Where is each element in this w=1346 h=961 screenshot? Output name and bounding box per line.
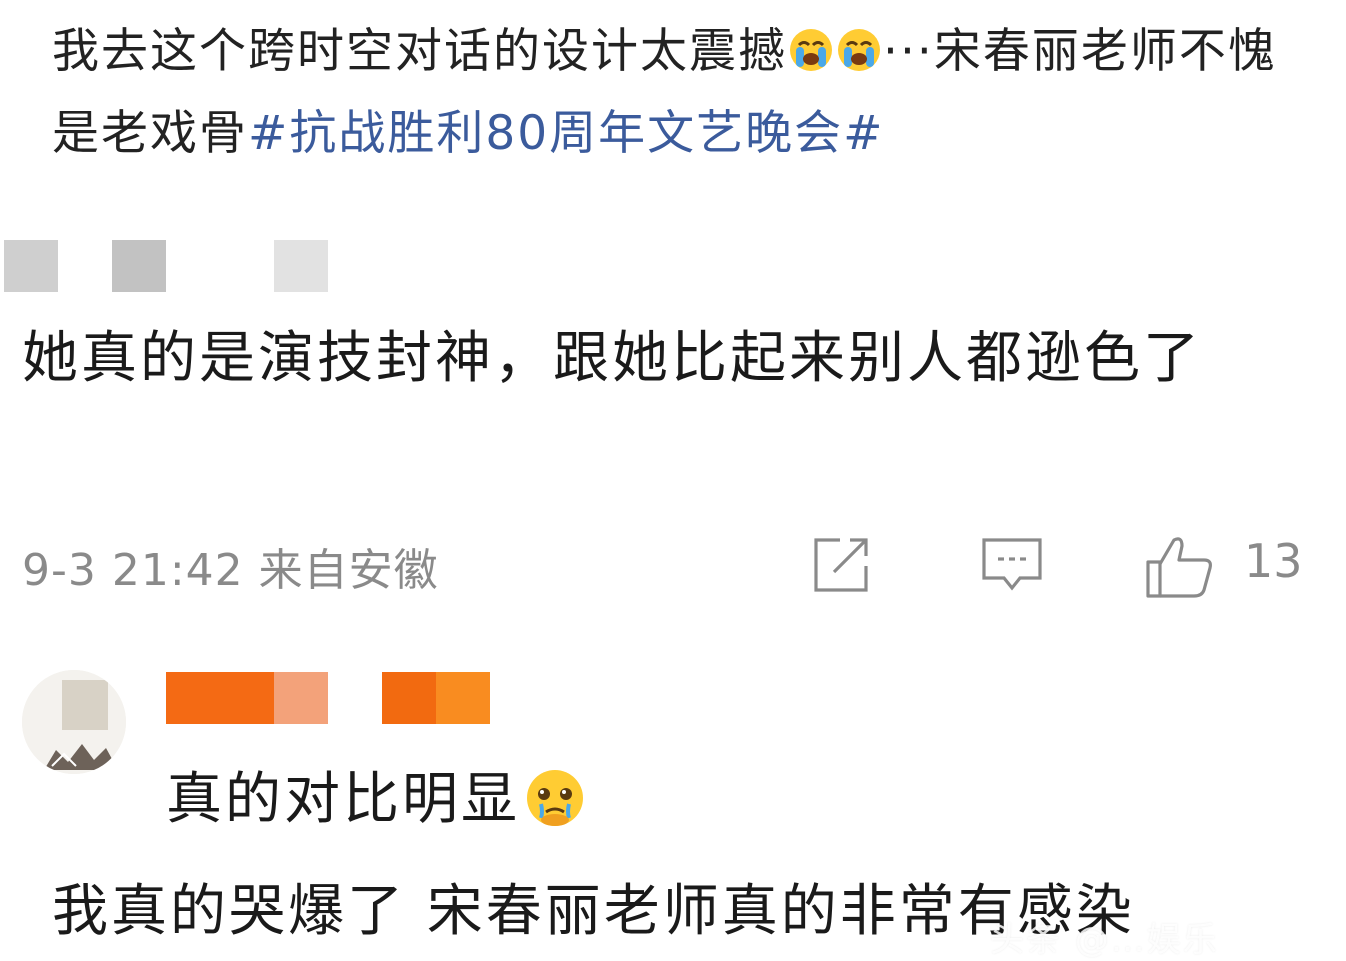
reply-text-content: 真的对比明显 [166, 767, 520, 832]
comment-source: 来自安徽 [258, 545, 439, 596]
name-mask [166, 672, 274, 724]
reply: 真的对比明显 [0, 660, 1346, 860]
like-icon[interactable] [1144, 534, 1214, 604]
comment-timestamp: 9-3 21:42 [22, 545, 244, 596]
comment-icon[interactable] [980, 534, 1044, 600]
mask-block [112, 240, 166, 292]
share-icon[interactable] [810, 534, 872, 600]
mask-block [4, 240, 58, 292]
crying-face-icon [787, 20, 835, 96]
avatar[interactable] [22, 670, 126, 774]
mask-block [274, 240, 328, 292]
pleading-face-icon [524, 766, 586, 850]
comment-meta-text: 9-3 21:42 来自安徽 [22, 534, 439, 598]
crying-face-icon [835, 20, 883, 96]
bottom-comment-text: 我真的哭爆了 宋春丽老师真的非常有感染 [52, 879, 1135, 944]
name-mask [382, 672, 436, 724]
post-text-part1: 我去这个跨时空对话的设计太震撼 [52, 24, 787, 79]
watermark: 头条 @…娱乐 [990, 920, 1219, 960]
like-count: 13 [1244, 534, 1303, 588]
comment-meta: 9-3 21:42 来自安徽 13 [22, 530, 1322, 600]
hashtag-link[interactable]: #抗战胜利80周年文艺晚会# [248, 106, 885, 161]
reply-text: 真的对比明显 [166, 760, 586, 850]
comment-text: 她真的是演技封神，跟她比起来别人都逊色了 [22, 326, 1202, 391]
post-text: 我去这个跨时空对话的设计太震撼 ···宋春丽老师不愧是老戏骨#抗战胜利80周年文艺… [52, 14, 1322, 172]
masked-username[interactable] [0, 240, 400, 292]
name-mask [436, 672, 490, 724]
name-mask [274, 672, 328, 724]
